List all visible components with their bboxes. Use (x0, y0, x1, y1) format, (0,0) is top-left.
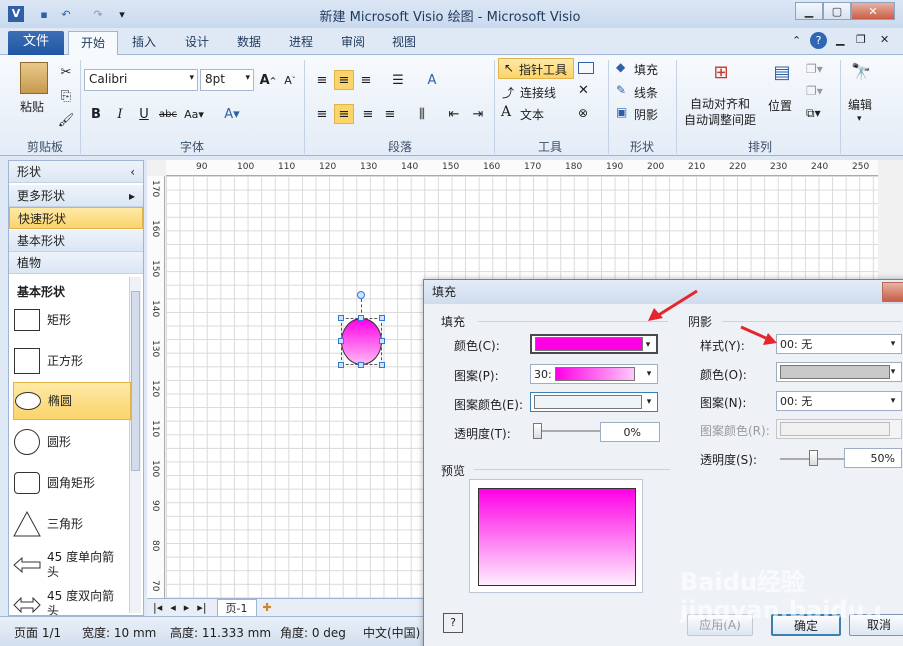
annotation-arrows (648, 289, 777, 345)
watermark: Baidu经验 jingyan.baidu.com (680, 568, 880, 624)
annotation-arrow-color (648, 289, 698, 321)
annotation-arrow-style (740, 325, 777, 345)
